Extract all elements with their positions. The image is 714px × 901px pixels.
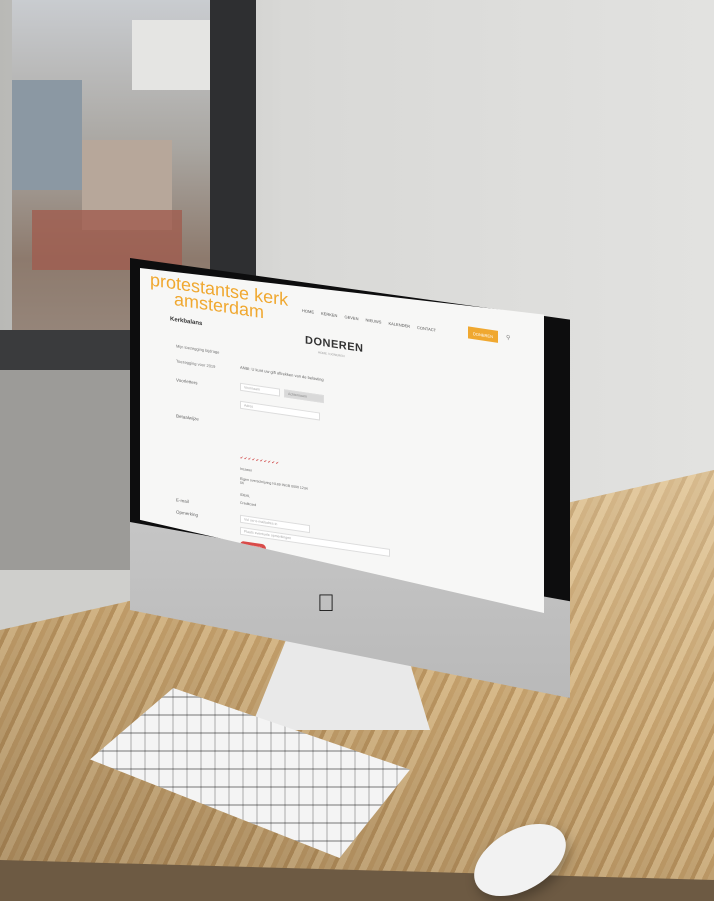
address-select[interactable]: Adres	[240, 400, 320, 421]
nav-item[interactable]: GEVEN	[344, 314, 358, 321]
radio-option[interactable]: Incasso	[240, 467, 252, 473]
radio-option[interactable]: IDEAL	[240, 493, 250, 498]
sidebar-item[interactable]: Mijn toezegging bijdrage	[176, 343, 219, 354]
amount-checks[interactable]: ✔✔✔✔✔✔✔✔✔✔	[240, 455, 280, 466]
main-nav: HOME KERKEN GEVEN NIEUWS KALENDER CONTAC…	[302, 308, 436, 333]
donate-button[interactable]: DONEREN	[468, 326, 498, 343]
window-building	[12, 80, 82, 190]
radio-option[interactable]: Creditcard	[240, 501, 256, 507]
last-name-field[interactable]: Achternaam	[284, 389, 324, 404]
sidebar: Mijn toezegging bijdrage Toezegging voor…	[176, 343, 219, 379]
radio-option[interactable]: Eigen overschrijving NL89 INGB 0000 1234…	[240, 477, 310, 495]
intro-text: ANBI: U kunt uw gift aftrekken van de be…	[240, 364, 324, 383]
sidebar-item[interactable]: Toezegging voor 2019	[176, 358, 219, 369]
form-label: Opmerking	[176, 509, 199, 518]
form-label: Betaalwijze	[176, 413, 199, 422]
form-label: E-mail	[176, 497, 189, 505]
brand-heading: Kerkbalans	[170, 316, 203, 328]
nav-item[interactable]: KERKEN	[321, 311, 337, 318]
apple-logo-icon: 	[317, 590, 335, 618]
nav-item[interactable]: HOME	[302, 308, 314, 315]
window-building	[132, 20, 212, 90]
form-label: Voorletters	[176, 377, 198, 386]
photo-scene:  protestantse kerk amsterdam HOME KERKE…	[0, 0, 714, 901]
nav-item[interactable]: NIEUWS	[365, 317, 381, 324]
first-name-field[interactable]: Voornaam	[240, 382, 280, 397]
nav-item[interactable]: CONTACT	[417, 325, 436, 333]
nav-item[interactable]: KALENDER	[388, 321, 410, 329]
search-icon[interactable]: ⚲	[506, 334, 510, 342]
